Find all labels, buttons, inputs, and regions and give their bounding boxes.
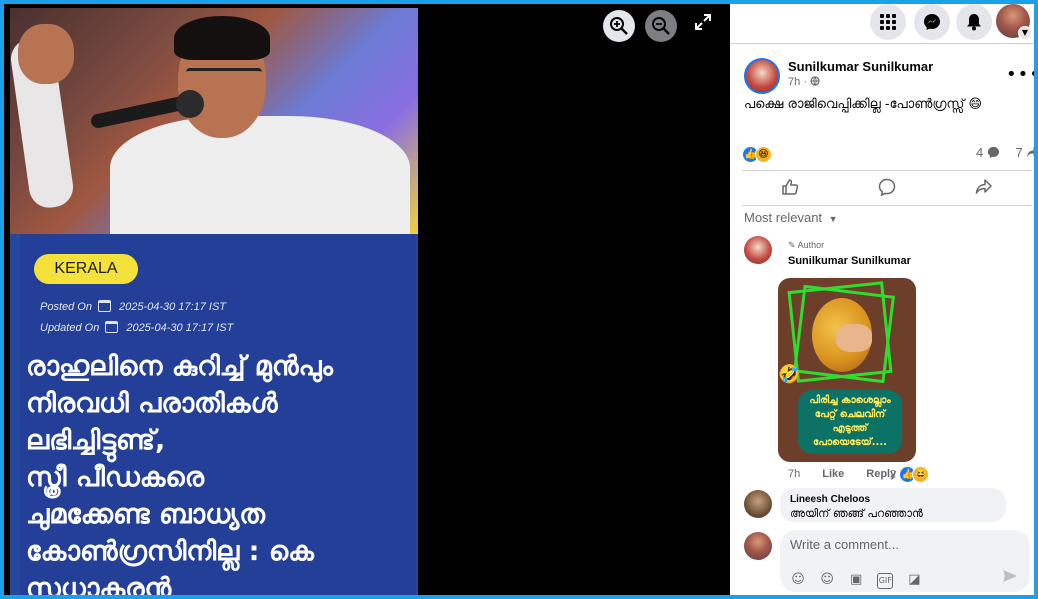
gif-icon[interactable]: GIF bbox=[877, 573, 894, 589]
commenter-name[interactable]: Lineesh Cheloos bbox=[790, 494, 996, 505]
screen: KERALA Posted On 2025-04-30 17:17 IST Upd… bbox=[4, 4, 1034, 595]
emoji-icon[interactable]: ☺ bbox=[819, 572, 835, 588]
comment-sticker-image[interactable]: 🤣 പിരിച്ച കാശെല്ലാം പേറ്റ് ചെലവിന് എടുത്… bbox=[778, 278, 916, 462]
camera-icon[interactable]: ▣ bbox=[848, 572, 864, 588]
comment-text: അയിന് ഞങ്ങ് പറഞ്ഞാൻ bbox=[790, 507, 923, 520]
sticker-icon[interactable]: ◪ bbox=[906, 572, 922, 588]
comment-sort-dropdown[interactable]: Most relevant ▼ bbox=[744, 210, 838, 225]
pencil-icon: ✎ bbox=[788, 240, 796, 250]
posted-on-row: Posted On 2025-04-30 17:17 IST bbox=[40, 300, 226, 313]
category-tag: KERALA bbox=[34, 254, 138, 284]
speaker-shirt bbox=[110, 116, 410, 246]
headline-line: ചുമക്കേണ്ട ബാധ്യത bbox=[26, 499, 265, 530]
comment-button[interactable] bbox=[839, 171, 936, 205]
commenter-name[interactable]: Sunilkumar Sunilkumar bbox=[788, 255, 911, 267]
chevron-down-icon: ▼ bbox=[828, 214, 838, 224]
messenger-button[interactable] bbox=[914, 4, 950, 40]
post-caption: പക്ഷെ രാജിവെപ്പിക്കില്ല -പോൺഗ്രസ്സ് 😄 bbox=[744, 97, 983, 112]
article-headline: രാഹുലിനെ കുറിച്ച് മുൻപും നിരവധി പരാതികൾ … bbox=[26, 348, 418, 595]
comment-icon bbox=[878, 178, 896, 197]
comment-bubble-icon bbox=[987, 146, 999, 159]
zoom-in-button[interactable] bbox=[603, 10, 635, 42]
messenger-icon bbox=[924, 14, 940, 30]
my-avatar[interactable] bbox=[744, 532, 772, 560]
top-bar: ▼ bbox=[730, 4, 1034, 44]
expand-icon[interactable] bbox=[694, 14, 712, 32]
comment-box[interactable]: ☺ ☺ ▣ GIF ◪ bbox=[780, 530, 1030, 592]
avatar-sticker-icon[interactable]: ☺ bbox=[790, 572, 806, 588]
globe-icon bbox=[810, 76, 820, 86]
engagement-counts: 4 7 bbox=[976, 145, 1034, 160]
calendar-icon bbox=[105, 321, 119, 333]
zoom-in-icon bbox=[610, 17, 628, 35]
zoom-out-button[interactable] bbox=[645, 10, 677, 42]
headline-line: രാഹുലിനെ കുറിച്ച് മുൻപും bbox=[26, 351, 333, 382]
zoom-out-icon bbox=[652, 17, 670, 35]
comment-reaction-count: 2 bbox=[890, 468, 897, 481]
chevron-down-icon[interactable]: ▼ bbox=[1018, 26, 1032, 40]
posted-on-label: Posted On bbox=[40, 301, 92, 313]
haha-icon: 😆 bbox=[912, 466, 930, 483]
speaker-photo bbox=[10, 8, 418, 246]
thumbs-up-icon bbox=[782, 179, 799, 195]
share-icon bbox=[1027, 146, 1034, 158]
more-options-icon[interactable]: ••• bbox=[1006, 64, 1034, 85]
media-viewer: KERALA Posted On 2025-04-30 17:17 IST Upd… bbox=[4, 4, 730, 595]
headline-line: സുധാകരൻ bbox=[26, 573, 172, 595]
haha-icon: 😆 bbox=[755, 146, 772, 163]
comment-composer: ☺ ☺ ▣ GIF ◪ bbox=[730, 522, 1034, 595]
post-photo: KERALA Posted On 2025-04-30 17:17 IST Upd… bbox=[10, 8, 418, 595]
bell-icon bbox=[967, 14, 981, 31]
post-author-avatar[interactable] bbox=[744, 58, 780, 94]
comment-reactions[interactable]: 2 👍😆 bbox=[890, 466, 930, 483]
share-arrow-icon bbox=[975, 179, 992, 194]
post-time-text[interactable]: 7h bbox=[788, 76, 800, 88]
speaker-fist bbox=[18, 24, 74, 84]
notifications-button[interactable] bbox=[956, 4, 992, 40]
updated-on-label: Updated On bbox=[40, 322, 100, 334]
menu-button[interactable] bbox=[870, 4, 906, 40]
commenter-avatar[interactable] bbox=[744, 490, 772, 518]
updated-on-value: 2025-04-30 17:17 IST bbox=[126, 322, 234, 334]
headline-line: ലഭിച്ചിട്ടുണ്ട്, bbox=[26, 425, 166, 456]
reaction-summary[interactable]: 👍 😆 bbox=[742, 144, 772, 163]
comment-input[interactable] bbox=[790, 537, 1010, 552]
commenter-avatar[interactable] bbox=[744, 236, 772, 264]
sticker-caption: പിരിച്ച കാശെല്ലാം പേറ്റ് ചെലവിന് എടുത്ത്… bbox=[798, 390, 902, 454]
composer-tools: ☺ ☺ ▣ GIF ◪ bbox=[790, 568, 930, 589]
calendar-icon bbox=[97, 300, 111, 312]
comment-sort-label[interactable]: Most relevant bbox=[744, 210, 822, 225]
post-panel: ▼ Sunilkumar Sunilkumar 7h · ••• പക്ഷെ ര… bbox=[730, 4, 1034, 595]
speaker-glasses bbox=[186, 68, 262, 80]
menu-grid-icon bbox=[880, 14, 896, 30]
headline-line: നിരവധി പരാതികൾ bbox=[26, 388, 278, 419]
like-button[interactable] bbox=[742, 171, 839, 205]
author-badge: ✎ Author bbox=[788, 240, 824, 251]
laughing-emoji-icon: 🤣 bbox=[778, 364, 801, 385]
middot: · bbox=[803, 76, 811, 88]
post-author-name[interactable]: Sunilkumar Sunilkumar bbox=[788, 59, 933, 74]
share-count[interactable]: 7 bbox=[1015, 145, 1022, 160]
author-badge-label: Author bbox=[797, 240, 825, 250]
comment-like-button[interactable]: Like bbox=[822, 468, 844, 480]
comment-time[interactable]: 7h bbox=[788, 468, 800, 480]
post-time[interactable]: 7h · bbox=[788, 76, 820, 88]
comment-bubble: Lineesh Cheloos അയിന് ഞങ്ങ് പറഞ്ഞാൻ bbox=[780, 488, 1006, 522]
speaker-hair bbox=[174, 16, 270, 60]
hand-illustration bbox=[836, 324, 872, 352]
share-button[interactable] bbox=[935, 171, 1032, 205]
updated-on-row: Updated On 2025-04-30 17:17 IST bbox=[40, 321, 233, 334]
headline-line: സ്ത്രീ പീഡകരെ bbox=[26, 462, 205, 493]
comment-count[interactable]: 4 bbox=[976, 145, 983, 160]
headline-line: കോൺഗ്രസിനില്ല : കെ bbox=[26, 536, 314, 567]
send-icon[interactable] bbox=[1002, 568, 1018, 584]
post-actions bbox=[742, 170, 1032, 206]
microphone-head bbox=[176, 90, 204, 118]
posted-on-value: 2025-04-30 17:17 IST bbox=[118, 301, 227, 313]
